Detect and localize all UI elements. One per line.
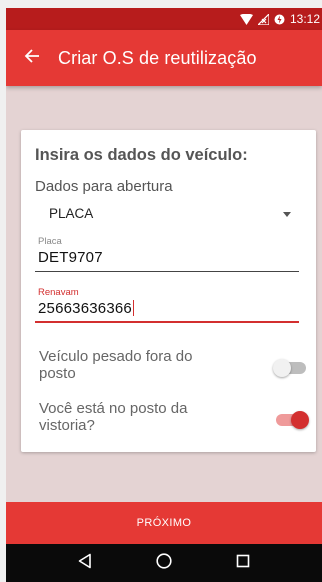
signal-off-icon bbox=[257, 13, 269, 25]
text-cursor bbox=[132, 300, 135, 316]
switch-thumb bbox=[291, 411, 309, 429]
renavam-label: Renavam bbox=[38, 287, 79, 298]
nav-recents-button[interactable] bbox=[223, 544, 263, 582]
vehicle-form-card: Insira os dados do veículo: Dados para a… bbox=[21, 130, 316, 452]
page-title: Criar O.S de reutilização bbox=[58, 47, 257, 68]
app-bar: Criar O.S de reutilização bbox=[6, 30, 322, 86]
placa-field[interactable]: Placa DET9707 bbox=[35, 236, 299, 276]
placa-label: Placa bbox=[38, 236, 62, 247]
renavam-value-wrap: 25663636366 bbox=[38, 300, 135, 317]
heavy-vehicle-row: Veículo pesado fora do posto bbox=[39, 348, 309, 388]
renavam-value: 25663636366 bbox=[38, 300, 132, 317]
arrow-back-icon bbox=[24, 48, 40, 69]
heavy-vehicle-switch[interactable] bbox=[273, 358, 309, 378]
at-station-row: Você está no posto da vistoria? bbox=[39, 400, 309, 440]
wifi-icon bbox=[239, 13, 253, 25]
battery-charging-icon bbox=[274, 14, 285, 25]
status-time: 13:12 bbox=[289, 12, 320, 26]
next-button-label: PRÓXIMO bbox=[136, 517, 192, 529]
renavam-underline bbox=[35, 321, 299, 323]
next-button[interactable]: PRÓXIMO bbox=[6, 502, 322, 544]
dropdown-arrow-icon bbox=[283, 212, 291, 217]
app-screen: 13:12 Criar O.S de reutilização Insira o… bbox=[6, 8, 322, 582]
square-recents-icon bbox=[236, 554, 250, 573]
opening-type-select[interactable]: PLACA bbox=[35, 202, 301, 226]
card-title: Insira os dados do veículo: bbox=[35, 146, 248, 164]
switch-thumb bbox=[273, 359, 291, 377]
nav-home-button[interactable] bbox=[144, 544, 184, 582]
section-label: Dados para abertura bbox=[35, 178, 173, 195]
system-nav-bar bbox=[6, 544, 322, 582]
status-bar: 13:12 bbox=[6, 8, 322, 30]
circle-home-icon bbox=[156, 552, 172, 574]
select-value: PLACA bbox=[49, 206, 94, 221]
triangle-back-icon bbox=[78, 553, 92, 574]
placa-value: DET9707 bbox=[38, 249, 103, 266]
back-button[interactable] bbox=[6, 30, 58, 86]
renavam-field[interactable]: Renavam 25663636366 bbox=[35, 287, 299, 327]
nav-back-button[interactable] bbox=[65, 544, 105, 582]
heavy-vehicle-label: Veículo pesado fora do posto bbox=[39, 348, 193, 382]
placa-underline bbox=[35, 271, 299, 272]
at-station-switch[interactable] bbox=[273, 410, 309, 430]
at-station-label: Você está no posto da vistoria? bbox=[39, 400, 188, 434]
